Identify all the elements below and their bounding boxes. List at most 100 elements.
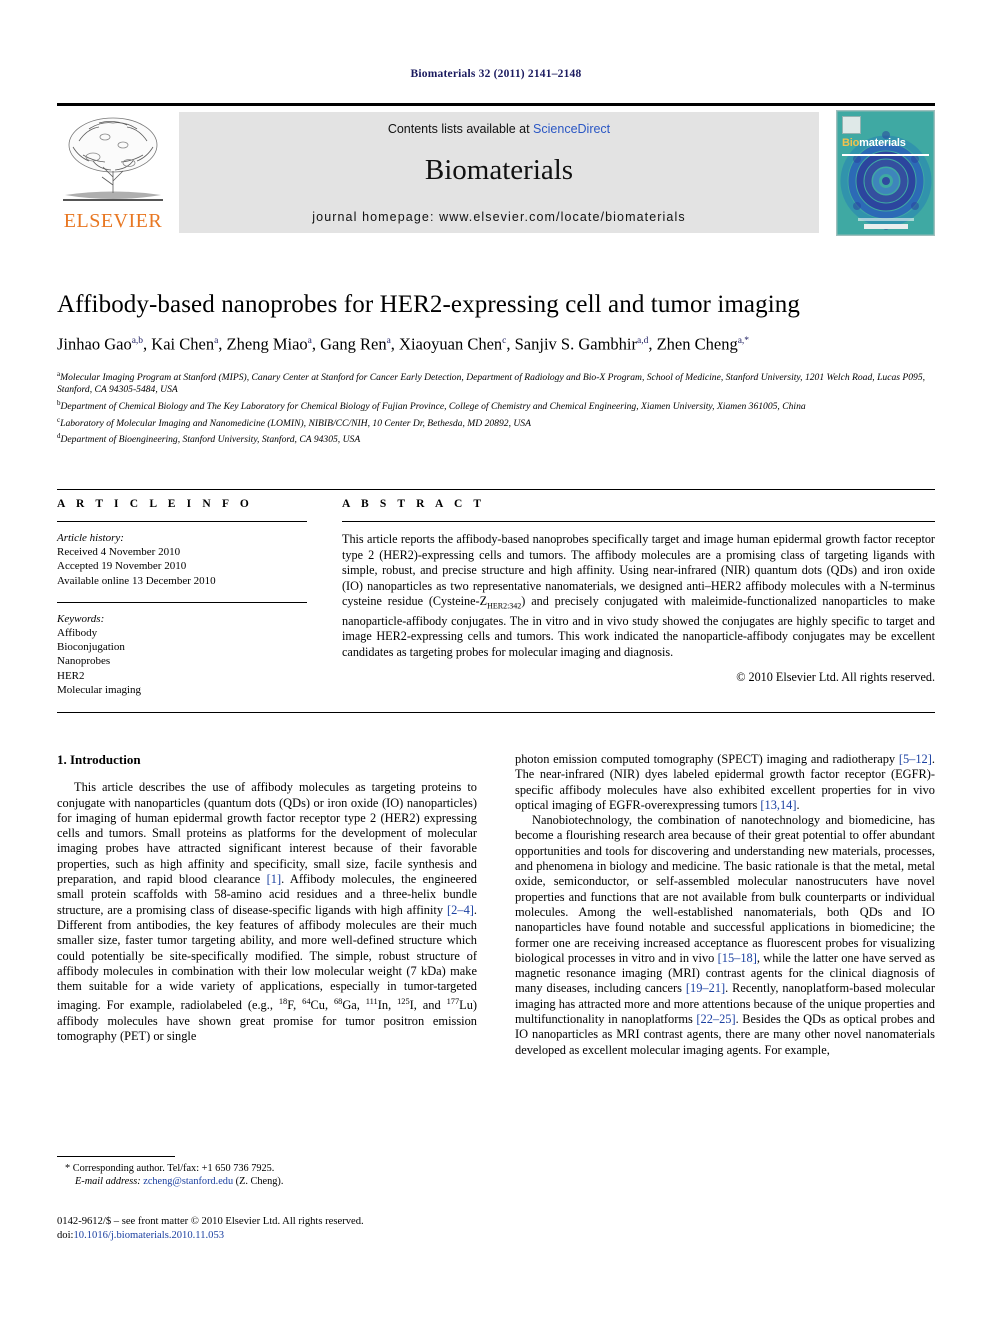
reference-link-4[interactable]: [13,14]	[760, 798, 796, 812]
doi-label: doi:	[57, 1229, 74, 1241]
author-affiliation-mark: a	[307, 336, 312, 346]
keyword-item: Affibody	[57, 627, 98, 640]
author-affiliation-mark: a	[214, 336, 219, 346]
elsevier-wordmark: ELSEVIER	[63, 210, 163, 232]
elsevier-tree-icon	[63, 117, 163, 201]
intro-paragraph-left: This article describes the use of affibo…	[57, 780, 477, 1044]
article-history-item: Available online 13 December 2010	[57, 574, 216, 587]
author-affiliation-mark: a,b	[131, 336, 144, 346]
keywords-block: Keywords: Affibody Bioconjugation Nanoprob…	[57, 612, 307, 697]
article-info-column: A R T I C L E I N F O Article history: R…	[57, 489, 307, 697]
article-info-rule	[57, 521, 307, 522]
affiliation-entry: dDepartment of Bioengineering, Stanford …	[57, 432, 361, 446]
reference-link-1[interactable]: [1]	[267, 872, 281, 886]
journal-homepage-url[interactable]: journal homepage: www.elsevier.com/locat…	[179, 210, 819, 224]
right-text-d: Nanobiotechnology, the combination of na…	[515, 813, 935, 965]
doi-value[interactable]: 10.1016/j.biomaterials.2010.11.053	[73, 1230, 224, 1241]
abstract-subscript: HER2:342	[487, 601, 522, 611]
journal-title: Biomaterials	[424, 154, 574, 186]
intro-paragraph-right-cont: photon emission computed tomography (SPE…	[515, 752, 935, 813]
imprint-block: 0142-9612/$ – see front matter © 2010 El…	[57, 1215, 517, 1242]
intro-text-c: . Different from antibodies, the key fea…	[57, 902, 477, 1013]
section-heading-introduction: 1. Introduction	[57, 752, 141, 767]
abstract-copyright: © 2010 Elsevier Ltd. All rights reserved…	[736, 670, 935, 685]
doi-line: doi:10.1016/j.biomaterials.2010.11.053	[57, 1229, 517, 1243]
isotope-125: 125	[397, 997, 410, 1007]
abstract-text: This article reports the affibody-based …	[342, 532, 935, 660]
contents-available-line: Contents lists available at ScienceDirec…	[179, 122, 819, 136]
masthead-center-box: Contents lists available at ScienceDirec…	[179, 112, 819, 233]
right-text-a: photon emission computed tomography (SPE…	[515, 752, 899, 766]
affiliation-mark: a	[57, 369, 61, 378]
cover-footer-bar	[863, 224, 908, 229]
page-title: Affibody-based nanoprobes for HER2-expre…	[57, 291, 800, 318]
article-history: Article history: Received 4 November 201…	[57, 531, 307, 588]
isotope-18: 18	[278, 997, 288, 1007]
affiliation-entry: bDepartment of Chemical Biology and The …	[57, 398, 806, 413]
isotope-64: 64	[302, 997, 311, 1007]
cover-journal-title: Biomaterials	[842, 137, 906, 149]
keyword-lines: Affibody Bioconjugation Nanoprobes HER2 Mole…	[57, 626, 307, 697]
sciencedirect-link[interactable]: ScienceDirect	[533, 122, 610, 136]
author-name: Sanjiv S. Gambhir	[514, 334, 637, 354]
abstract-heading: A B S T R A C T	[342, 498, 486, 510]
author-name: Xiaoyuan Chen	[399, 334, 503, 354]
author-list: Jinhao Gaoa,b, Kai Chena, Zheng Miaoa, G…	[57, 334, 750, 354]
intro-text-a: This article describes the use of affibo…	[57, 780, 477, 887]
reference-link-3[interactable]: [5–12]	[899, 752, 932, 766]
isotope-68-element: Ga,	[342, 998, 366, 1013]
running-head: Biomaterials 32 (2011) 2141–2148	[410, 68, 582, 80]
reference-link-2[interactable]: [2–4]	[447, 903, 474, 917]
footnote-rule	[57, 1156, 175, 1157]
elsevier-logo: ELSEVIER	[59, 111, 167, 233]
isotope-64-element: Cu,	[310, 998, 334, 1013]
right-text-c: .	[796, 797, 800, 812]
contents-prefix: Contents lists available at	[387, 122, 534, 136]
journal-cover-thumbnail: Biomaterials	[836, 110, 935, 236]
affiliation-entry: aMolecular Imaging Program at Stanford (…	[57, 369, 926, 396]
front-matter-line: 0142-9612/$ – see front matter © 2010 El…	[57, 1216, 364, 1227]
author-name: Zheng Miao	[226, 334, 308, 354]
info-abstract-bottom-rule	[57, 712, 935, 713]
email-label: E-mail address:	[75, 1176, 141, 1188]
author-name: Gang Ren	[320, 334, 387, 354]
author-name: Zhen Cheng	[656, 334, 738, 354]
email-suffix: (Z. Cheng).	[235, 1176, 284, 1188]
footnote-area: * Corresponding author. Tel/fax: +1 650 …	[57, 1156, 477, 1189]
keyword-item: HER2	[57, 669, 85, 682]
isotope-177: 177	[446, 997, 460, 1007]
article-info-heading: A R T I C L E I N F O	[57, 498, 253, 510]
cover-footer-bar-top	[857, 218, 914, 221]
email-link[interactable]: zcheng@stanford.edu	[143, 1176, 233, 1187]
cover-title-rest: materials	[859, 137, 906, 149]
isotope-18-element: F,	[287, 998, 303, 1013]
affiliation-mark: b	[57, 398, 61, 407]
article-history-item: Accepted 19 November 2010	[57, 560, 187, 573]
keyword-item: Molecular imaging	[57, 683, 142, 696]
cover-divider	[842, 154, 929, 156]
author-affiliation-mark: c	[502, 336, 507, 346]
nanobiotech-paragraph: Nanobiotechnology, the combination of na…	[515, 813, 935, 1058]
article-history-item: Received 4 November 2010	[57, 546, 181, 559]
title-block: Affibody-based nanoprobes for HER2-expre…	[57, 290, 935, 447]
author-name: Kai Chen	[151, 334, 215, 354]
reference-link-7[interactable]: [22–25]	[696, 1012, 735, 1026]
body-column-right: photon emission computed tomography (SPE…	[515, 752, 935, 1058]
reference-link-5[interactable]: [15–18]	[718, 951, 757, 965]
journal-masthead: ELSEVIER Contents lists available at Sci…	[57, 103, 935, 237]
paper-page: Biomaterials 32 (2011) 2141–2148 ELSEVIE…	[0, 0, 992, 1323]
email-note: E-mail address: zcheng@stanford.edu (Z. …	[57, 1175, 477, 1188]
corresponding-author-note: * Corresponding author. Tel/fax: +1 650 …	[65, 1163, 275, 1174]
author-affiliation-mark: a,*	[737, 336, 750, 346]
isotope-125-element: I, and	[409, 998, 447, 1013]
isotope-111-element: In,	[377, 998, 398, 1013]
keyword-item: Nanoprobes	[57, 655, 111, 668]
affiliation-mark: c	[57, 415, 61, 424]
abstract-column: A B S T R A C T This article reports the…	[342, 489, 935, 685]
author-name: Jinhao Gao	[57, 334, 132, 354]
isotope-111: 111	[365, 997, 378, 1007]
keywords-label: Keywords:	[57, 612, 105, 625]
reference-link-6[interactable]: [19–21]	[686, 981, 725, 995]
body-column-left: 1. Introduction This article describes t…	[57, 752, 477, 1044]
author-affiliation-mark: a,d	[637, 336, 649, 346]
